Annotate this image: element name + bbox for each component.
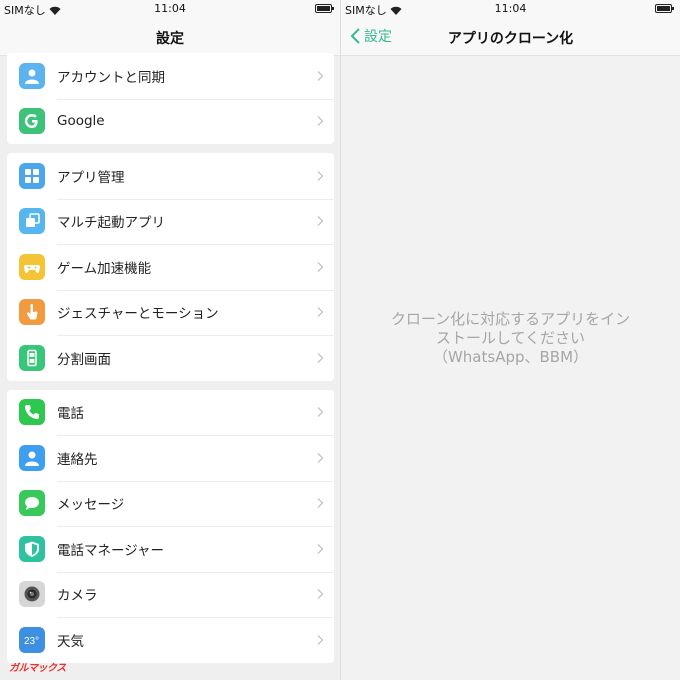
battery-icon [315,4,334,13]
settings-item[interactable]: 電話 [7,390,334,436]
settings-item[interactable]: メッセージ [7,480,334,527]
settings-item-label: 電話 [57,406,84,423]
multi-launch-icon [19,208,45,235]
empty-state-line: （WhatsApp、BBM） [432,348,589,366]
settings-group: アカウントと同期 Google [7,53,334,144]
settings-item[interactable]: ゲーム加速機能 [7,244,334,290]
settings-item-label: 天気 [57,633,84,650]
chevron-right-icon [317,452,324,463]
empty-state-line: ストールしてください [435,329,586,347]
gamepad-icon [19,253,45,280]
chevron-right-icon [317,352,324,363]
gesture-hand-icon [19,299,45,326]
settings-item[interactable]: カメラ [7,571,334,618]
page-title: アプリのクローン化 [447,31,574,47]
settings-item[interactable]: マルチ起動アプリ [7,198,334,245]
chevron-right-icon [317,589,324,600]
settings-screen: SIMなし 11:04 設定 アカウントと同期 Google アプリ管理マルチ起動ア… [0,0,340,680]
settings-item-label: カメラ [57,588,98,605]
settings-group: 電話連絡先メッセージ電話マネージャー カメラ 23° 天気 [7,389,334,663]
chevron-right-icon [317,116,324,127]
camera-icon [19,581,45,608]
settings-item[interactable]: 23° 天気 [7,617,334,663]
settings-item-label: マルチ起動アプリ [57,215,165,232]
weather-icon: 23° [19,626,45,653]
settings-item[interactable]: 連絡先 [7,435,334,481]
empty-state-line: クローン化に対応するアプリをイン [390,310,631,328]
settings-item-label: 分割画面 [57,351,111,368]
settings-item-label: アカウントと同期 [57,69,165,86]
app-clone-screen: SIMなし 11:04 設定 アプリのクローン化 クローン化に対応するアプリをイ… [341,0,680,680]
apps-grid-icon [19,162,45,189]
settings-item-label: ゲーム加速機能 [57,260,152,277]
settings-item[interactable]: 電話マネージャー [7,526,334,572]
shield-icon [19,535,45,562]
split-screen-icon [19,344,45,371]
clone-header: 設定 アプリのクローン化 [341,18,680,56]
chevron-right-icon [317,498,324,509]
chevron-right-icon [317,307,324,318]
phone-icon [19,399,45,426]
chevron-right-icon [317,543,324,554]
settings-item[interactable]: Google [7,98,334,145]
empty-state-message: クローン化に対応するアプリをイン ストールしてください （WhatsApp、BB… [341,310,680,367]
settings-item-label: 連絡先 [57,451,98,468]
settings-item-label: アプリ管理 [57,169,125,186]
battery-icon [655,4,674,13]
google-icon [19,108,45,135]
status-time: 11:04 [154,2,186,15]
status-time: 11:04 [494,2,527,15]
watermark-logo: ガルマックス [9,663,66,674]
chevron-right-icon [317,261,324,272]
contacts-icon [19,444,45,471]
settings-item-label: ジェスチャーとモーション [57,306,219,323]
settings-item-label: Google [57,113,105,130]
settings-header: 設定 [0,18,340,56]
settings-list: アカウントと同期 Google アプリ管理マルチ起動アプリ ゲーム加速機能ジェスチャー… [7,53,334,663]
settings-item[interactable]: アカウントと同期 [7,53,334,99]
settings-item-label: メッセージ [57,497,125,514]
status-bar: SIMなし 11:04 [0,0,340,18]
settings-item-label: 電話マネージャー [57,542,165,559]
svg-text:23°: 23° [24,636,39,647]
settings-item[interactable]: 分割画面 [7,335,334,381]
page-title: 設定 [156,31,184,47]
chevron-right-icon [317,70,324,81]
account-icon [19,62,45,89]
message-icon [19,490,45,517]
chevron-right-icon [317,170,324,181]
settings-item[interactable]: アプリ管理 [7,153,334,199]
settings-group: アプリ管理マルチ起動アプリ ゲーム加速機能ジェスチャーとモーション 分割画面 [7,153,334,381]
settings-item[interactable]: ジェスチャーとモーション [7,289,334,336]
chevron-right-icon [317,216,324,227]
status-bar: SIMなし 11:04 [341,0,680,18]
chevron-right-icon [317,407,324,418]
chevron-right-icon [317,634,324,645]
